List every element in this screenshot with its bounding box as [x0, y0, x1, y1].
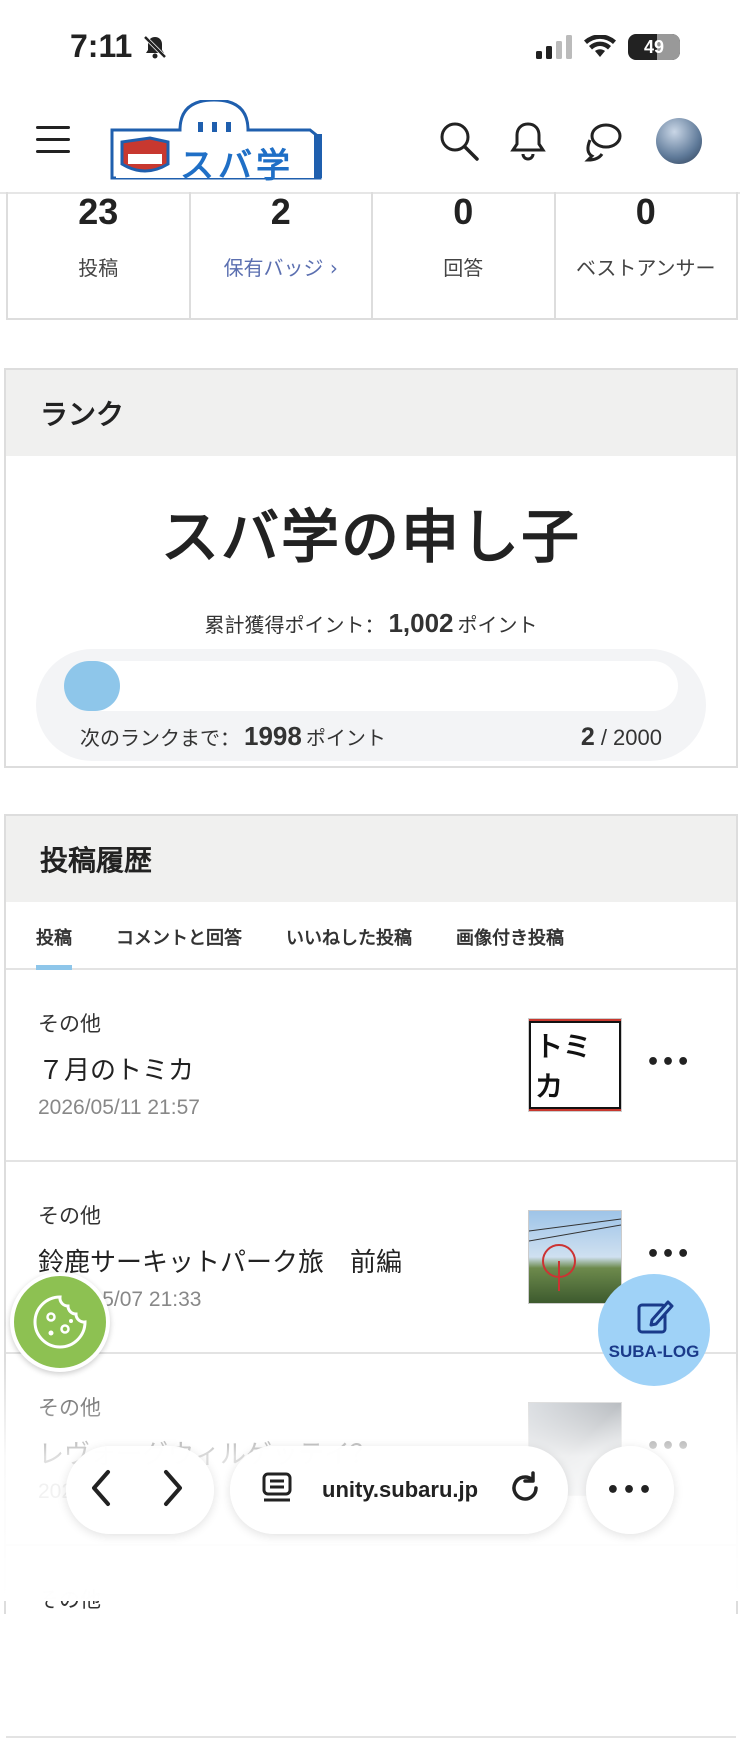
post-category: その他 [38, 1204, 101, 1228]
site-logo[interactable]: スバ学 [110, 98, 324, 188]
tab-comments-answers[interactable]: コメントと回答 [116, 902, 242, 968]
chevron-left-icon [92, 1470, 110, 1506]
stat-badges[interactable]: 2 保有バッジ › [191, 191, 373, 318]
history-tabs: 投稿 コメントと回答 いいねした投稿 画像付き投稿 [6, 902, 736, 970]
cookie-icon [33, 1295, 87, 1349]
stat-value: 2 [270, 191, 291, 232]
more-options-icon[interactable]: ••• [646, 1242, 691, 1267]
site-header: スバ学 [0, 96, 740, 194]
post-item[interactable]: その他 ７月のトミカ 2026/05/11 21:57 トミカ ••• [6, 970, 736, 1162]
next-rank-points: 次のランクまで： 1998 ポイント [80, 721, 386, 752]
status-indicators: 49 [536, 34, 680, 60]
progress-track [64, 661, 678, 711]
post-thumbnail[interactable]: トミカ [528, 1018, 622, 1112]
more-icon: ••• [605, 1477, 655, 1503]
stat-best-answers[interactable]: 0 ベストアンサー [556, 192, 737, 318]
battery-indicator: 49 [628, 34, 680, 60]
stat-label: 回答 [443, 256, 484, 280]
url-text: unity.subaru.jp [322, 1477, 479, 1502]
chevron-right-icon [164, 1470, 182, 1506]
nav-pill [66, 1446, 214, 1534]
rank-heading: ランク [6, 370, 736, 456]
suba-log-button[interactable]: SUBA-LOG [598, 1274, 710, 1386]
points-unit: ポイント [457, 613, 538, 637]
stat-value: 0 [635, 191, 656, 232]
progress-current: 2 [580, 723, 595, 751]
browser-toolbar: unity.subaru.jp ••• [0, 1440, 740, 1540]
post-date: 2026/05/11 21:57 [38, 1096, 200, 1119]
forward-button[interactable] [158, 1468, 188, 1512]
status-time: 7:11 [70, 28, 133, 64]
stat-label: ベストアンサー [575, 256, 716, 280]
profile-stats: 23 投稿 2 保有バッジ › 0 回答 0 ベストアンサー [6, 192, 738, 320]
post-category: その他 [38, 1012, 101, 1036]
next-rank-value: 1998 [244, 721, 302, 751]
rank-progress: 次のランクまで： 1998 ポイント 2 / 2000 [36, 649, 706, 761]
address-bar[interactable]: unity.subaru.jp [230, 1446, 568, 1534]
rank-title: スバ学の申し子 [160, 503, 581, 571]
stat-answers[interactable]: 0 回答 [373, 192, 556, 318]
total-points: 累計獲得ポイント： 1,002 ポイント [6, 608, 736, 639]
edit-icon [637, 1300, 674, 1334]
thumbnail-logo-text: トミカ [529, 1021, 621, 1109]
total-points-label: 累計獲得ポイント： [204, 613, 385, 637]
more-options-icon[interactable]: ••• [646, 1050, 691, 1075]
post-item[interactable]: その他 [6, 1546, 736, 1738]
progress-total: / 2000 [594, 725, 662, 750]
post-category: その他 [38, 1588, 101, 1612]
post-title[interactable]: 鈴鹿サーキットパーク旅 前編 [38, 1242, 402, 1279]
progress-count: 2 / 2000 [581, 723, 662, 752]
tab-posts[interactable]: 投稿 [36, 902, 72, 970]
stat-posts[interactable]: 23 投稿 [8, 192, 191, 318]
cellular-signal-icon [536, 35, 572, 59]
points-unit: ポイント [305, 726, 386, 750]
stat-value: 0 [453, 191, 474, 232]
tab-liked-posts[interactable]: いいねした投稿 [286, 902, 412, 968]
bell-muted-icon [142, 34, 168, 64]
stat-label: 投稿 [78, 256, 119, 280]
progress-fill [64, 661, 120, 711]
rank-card: ランク スバ学の申し子 累計獲得ポイント： 1,002 ポイント 次のランクまで： 1… [4, 368, 738, 768]
chat-bubbles-icon[interactable] [582, 120, 624, 166]
suba-log-label: SUBA-LOG [608, 1342, 700, 1361]
browser-more-button[interactable]: ••• [586, 1446, 674, 1534]
owned-badges-link[interactable]: 保有バッジ › [191, 252, 372, 281]
url-field[interactable]: unity.subaru.jp [316, 1477, 508, 1503]
menu-icon[interactable] [36, 126, 70, 156]
notification-bell-icon[interactable] [508, 120, 548, 166]
tab-image-posts[interactable]: 画像付き投稿 [456, 902, 564, 968]
status-bar: 7:11 49 [0, 0, 740, 96]
history-heading: 投稿履歴 [6, 816, 736, 902]
stat-value: 23 [78, 191, 119, 232]
cookie-settings-button[interactable] [10, 1272, 110, 1372]
post-thumbnail[interactable] [528, 1210, 622, 1304]
avatar[interactable] [656, 118, 702, 164]
next-rank-label: 次のランクまで： [80, 726, 240, 750]
back-button[interactable] [86, 1468, 116, 1512]
total-points-value: 1,002 [388, 608, 454, 638]
tabs-icon[interactable] [260, 1471, 294, 1509]
wifi-icon [584, 35, 616, 57]
post-title[interactable]: ７月のトミカ [38, 1050, 194, 1087]
post-category: その他 [38, 1396, 101, 1420]
reload-icon[interactable] [508, 1471, 542, 1509]
search-icon[interactable] [438, 120, 480, 166]
logo-text: スバ学 [180, 146, 294, 186]
